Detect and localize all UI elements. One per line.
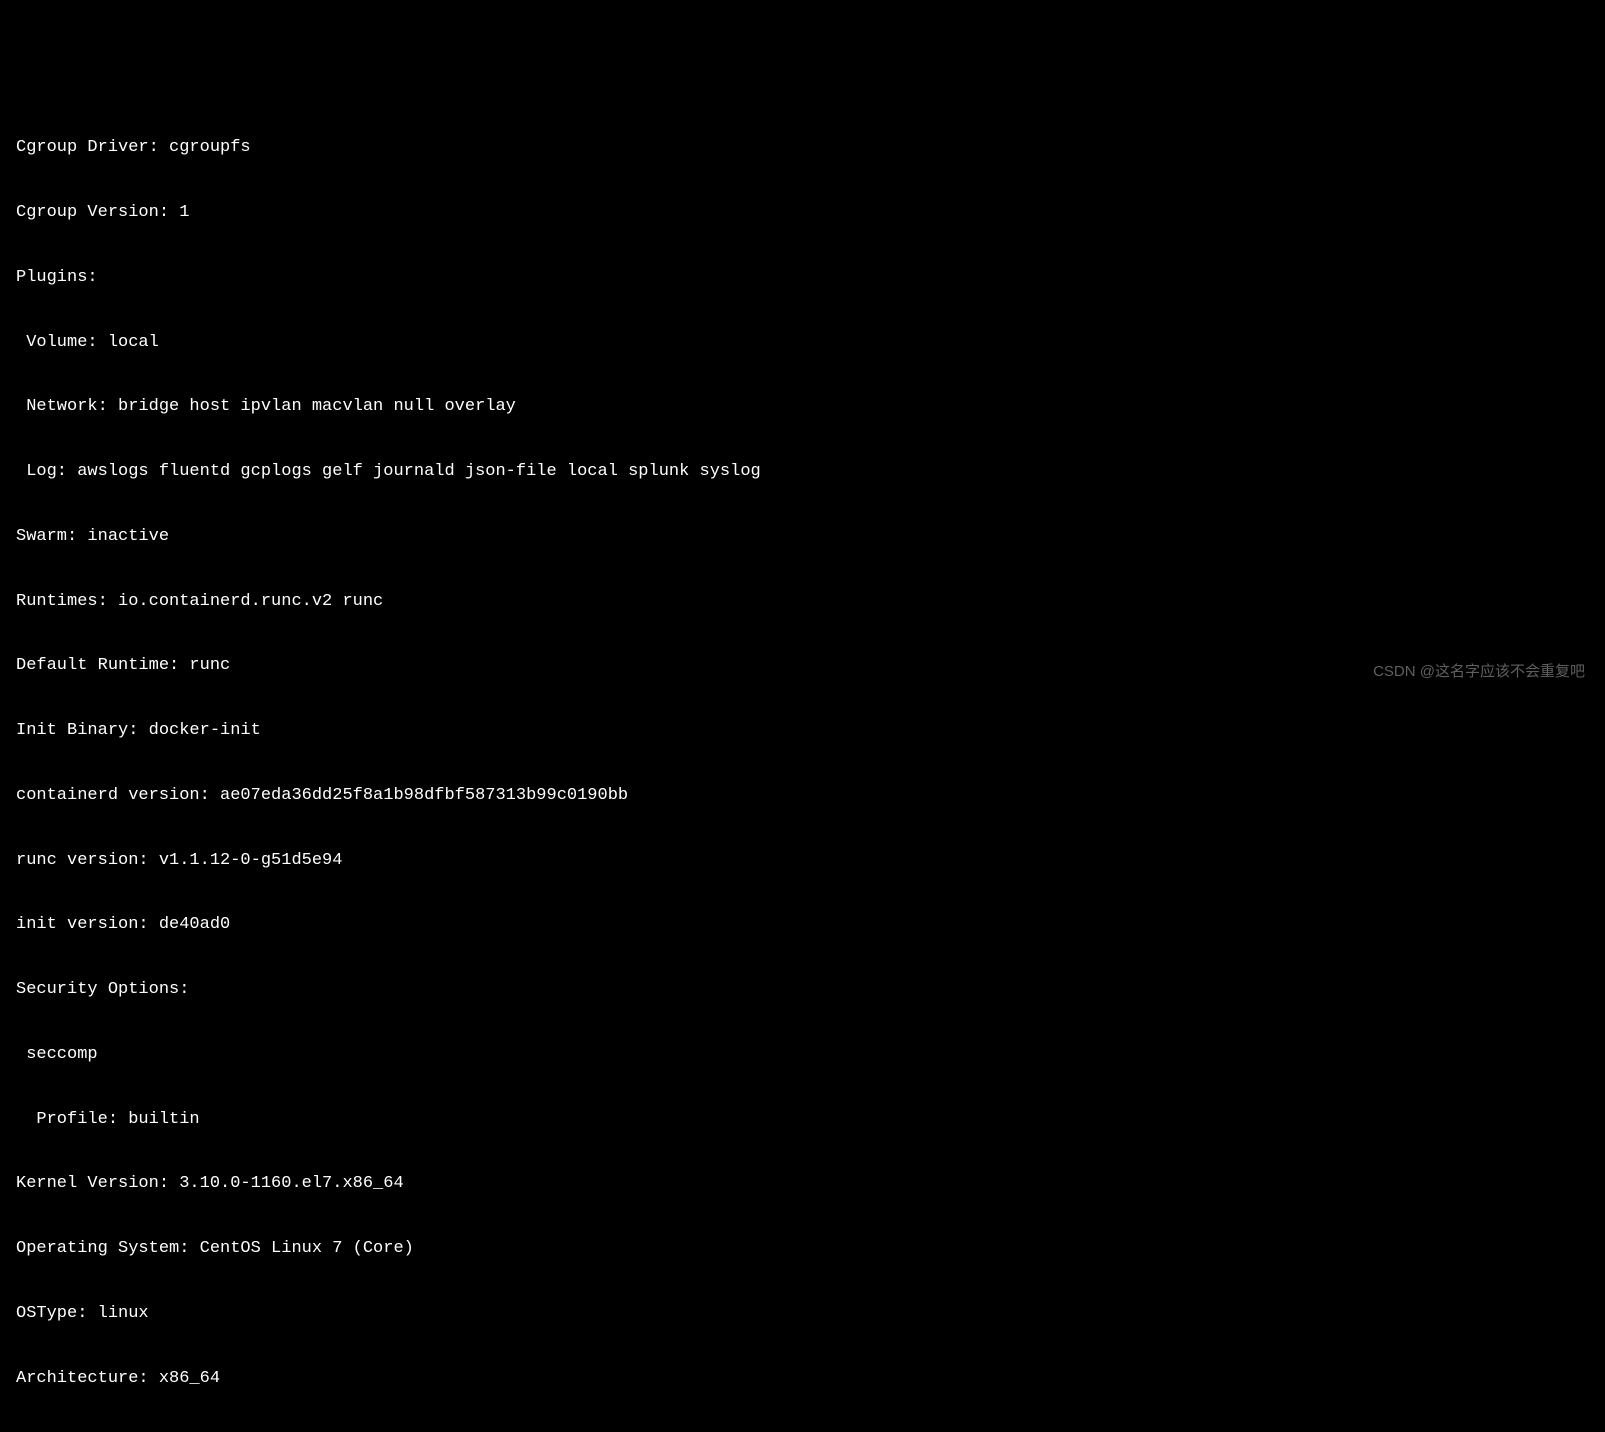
output-line: Log: awslogs fluentd gcplogs gelf journa… [16,461,1589,483]
output-line: Swarm: inactive [16,526,1589,548]
output-line: Init Binary: docker-init [16,720,1589,742]
watermark-text: CSDN @这名字应该不会重复吧 [1373,662,1585,681]
output-line: OSType: linux [16,1303,1589,1325]
output-line: init version: de40ad0 [16,914,1589,936]
output-line: Kernel Version: 3.10.0-1160.el7.x86_64 [16,1173,1589,1195]
output-line: seccomp [16,1044,1589,1066]
output-line: Architecture: x86_64 [16,1368,1589,1390]
output-line: Cgroup Driver: cgroupfs [16,137,1589,159]
output-line: Runtimes: io.containerd.runc.v2 runc [16,591,1589,613]
output-line: Cgroup Version: 1 [16,202,1589,224]
output-line: Volume: local [16,332,1589,354]
output-line: Operating System: CentOS Linux 7 (Core) [16,1238,1589,1260]
output-line: Network: bridge host ipvlan macvlan null… [16,396,1589,418]
output-line: runc version: v1.1.12-0-g51d5e94 [16,850,1589,872]
output-line: Plugins: [16,267,1589,289]
output-line: Profile: builtin [16,1109,1589,1131]
output-line: Security Options: [16,979,1589,1001]
output-line: containerd version: ae07eda36dd25f8a1b98… [16,785,1589,807]
output-line: Default Runtime: runc [16,655,1589,677]
terminal-output[interactable]: Cgroup Driver: cgroupfs Cgroup Version: … [16,94,1589,1432]
